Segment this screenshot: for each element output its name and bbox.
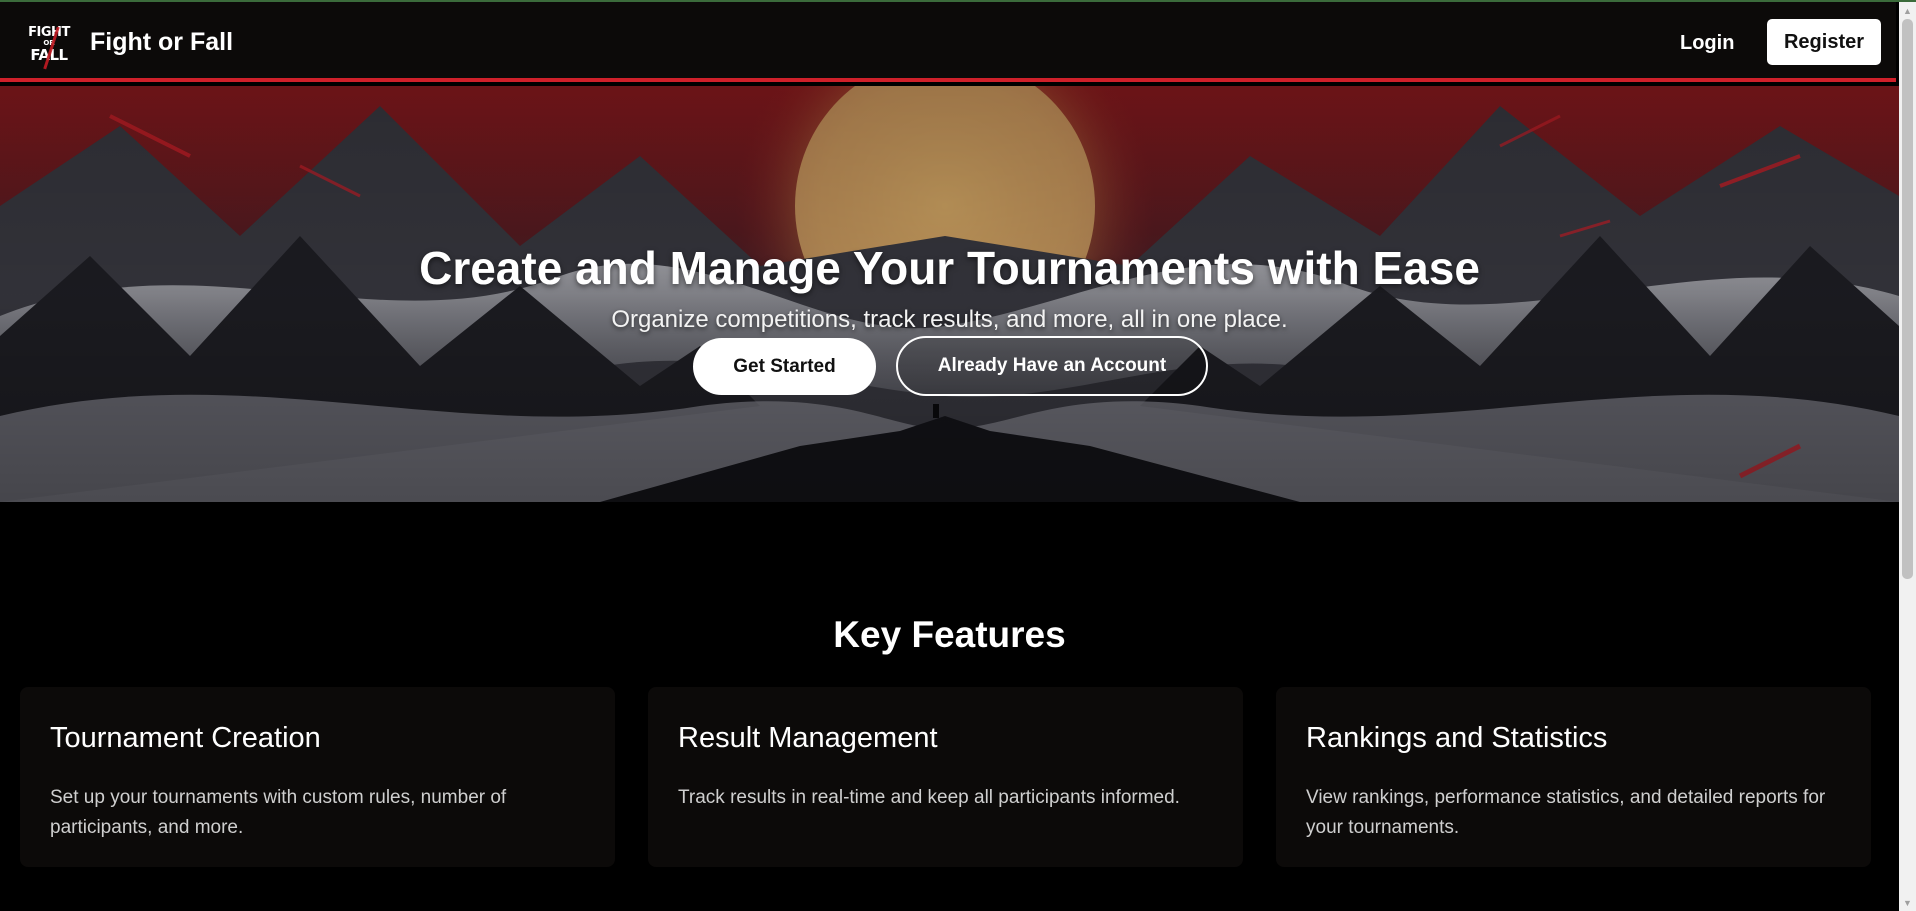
feature-card-text: Track results in real-time and keep all … bbox=[678, 787, 1180, 808]
feature-card-title: Rankings and Statistics bbox=[1306, 722, 1608, 754]
feature-card-text: Set up your tournaments with custom rule… bbox=[50, 787, 507, 838]
scrollbar-thumb[interactable] bbox=[1902, 19, 1913, 579]
navbar: FIGHT OR FALL Fight or Fall Login Regist… bbox=[0, 2, 1896, 82]
scroll-down-arrow-icon[interactable]: ▼ bbox=[1899, 894, 1916, 911]
hero-subtitle: Organize competitions, track results, an… bbox=[611, 306, 1288, 333]
feature-card-tournament-creation: Tournament Creation Set up your tourname… bbox=[20, 687, 615, 867]
page-scrollbar[interactable]: ▲ ▼ bbox=[1899, 2, 1916, 911]
feature-card-text: View rankings, performance statistics, a… bbox=[1306, 787, 1826, 838]
already-have-account-button[interactable]: Already Have an Account bbox=[896, 336, 1208, 396]
scroll-up-arrow-icon[interactable]: ▲ bbox=[1899, 2, 1916, 19]
register-button[interactable]: Register bbox=[1767, 19, 1881, 65]
hero-section: Create and Manage Your Tournaments with … bbox=[0, 86, 1899, 502]
feature-card-rankings-statistics: Rankings and Statistics View rankings, p… bbox=[1276, 687, 1871, 867]
logo-text-fight: FIGHT bbox=[28, 24, 70, 40]
feature-card-title: Tournament Creation bbox=[50, 722, 321, 754]
brand-name[interactable]: Fight or Fall bbox=[90, 28, 233, 57]
fight-or-fall-logo[interactable]: FIGHT OR FALL bbox=[28, 16, 70, 72]
hero-title: Create and Manage Your Tournaments with … bbox=[419, 241, 1480, 294]
feature-card-title: Result Management bbox=[678, 722, 938, 754]
login-link[interactable]: Login bbox=[1680, 32, 1734, 55]
get-started-button[interactable]: Get Started bbox=[693, 338, 876, 395]
feature-card-result-management: Result Management Track results in real-… bbox=[648, 687, 1243, 867]
features-heading: Key Features bbox=[833, 613, 1066, 655]
